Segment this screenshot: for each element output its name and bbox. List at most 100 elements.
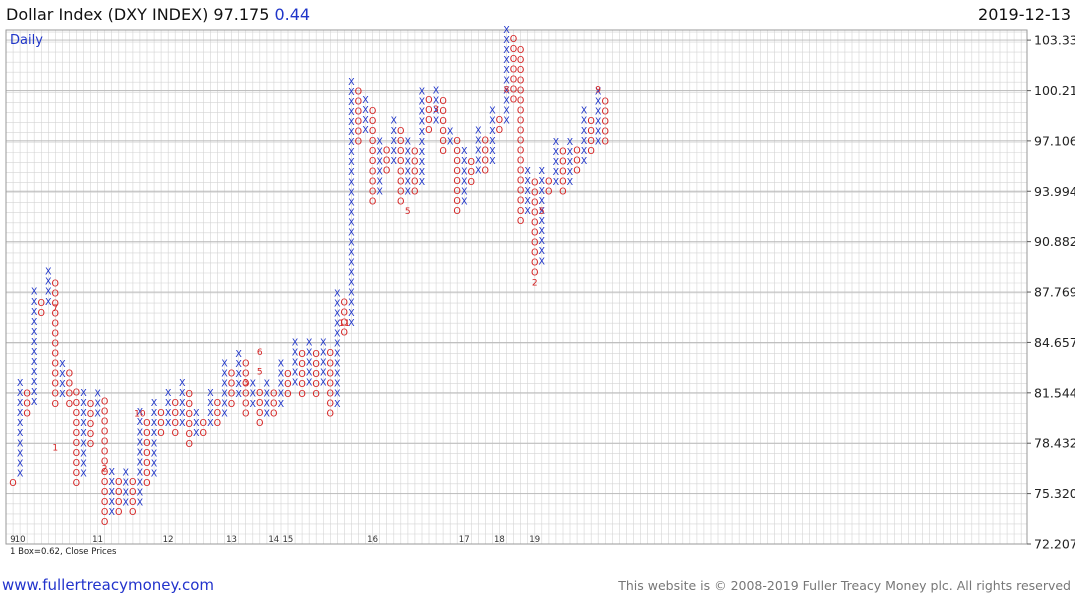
- x-mark: X: [80, 388, 87, 399]
- month-annotation: 2: [532, 278, 538, 288]
- o-mark: O: [517, 115, 524, 126]
- o-mark: O: [531, 238, 538, 249]
- x-mark: X: [348, 187, 355, 198]
- y-tick-label: 90.882: [1034, 234, 1075, 249]
- o-column: OOOO: [482, 136, 489, 177]
- o-mark: O: [559, 177, 566, 188]
- x-mark: X: [31, 347, 38, 358]
- o-mark: O: [341, 297, 348, 308]
- o-mark: O: [559, 187, 566, 198]
- x-mark: X: [334, 389, 341, 400]
- x-mark: X: [17, 448, 24, 459]
- o-mark: O: [242, 358, 249, 369]
- o-mark: O: [425, 125, 432, 136]
- o-mark: O: [517, 136, 524, 147]
- o-mark: O: [496, 125, 503, 136]
- o-mark: O: [369, 176, 376, 187]
- o-mark: O: [73, 438, 80, 449]
- x-mark: X: [539, 216, 546, 227]
- o-mark: O: [214, 408, 221, 419]
- y-tick-label: 78.432: [1034, 436, 1075, 451]
- x-mark: X: [348, 147, 355, 158]
- o-mark: O: [531, 197, 538, 208]
- o-column: OOOOOOOOOOOOOOOOOO: [517, 45, 524, 227]
- o-mark: O: [242, 409, 249, 420]
- x-mark: X: [17, 458, 24, 469]
- o-mark: O: [87, 419, 94, 430]
- o-mark: O: [115, 497, 122, 508]
- o-mark: O: [355, 86, 362, 97]
- o-mark: O: [531, 268, 538, 279]
- x-mark: X: [80, 458, 87, 469]
- o-mark: O: [101, 417, 108, 428]
- o-column: OOO: [468, 157, 475, 188]
- x-mark: X: [419, 167, 426, 178]
- o-column: OO: [200, 418, 207, 439]
- o-mark: O: [312, 349, 319, 360]
- x-mark: X: [348, 157, 355, 168]
- x-mark: X: [17, 468, 24, 479]
- o-mark: O: [186, 419, 193, 430]
- x-mark: X: [348, 177, 355, 188]
- o-mark: O: [101, 487, 108, 498]
- o-mark: O: [397, 196, 404, 207]
- o-mark: O: [517, 85, 524, 96]
- x-mark: X: [17, 428, 24, 439]
- x-mark: X: [348, 298, 355, 309]
- o-mark: O: [73, 408, 80, 419]
- o-mark: O: [517, 65, 524, 76]
- o-mark: O: [101, 447, 108, 458]
- o-mark: O: [355, 106, 362, 117]
- o-mark: O: [601, 96, 608, 107]
- website-link[interactable]: www.fullertreacymoney.com: [2, 576, 214, 594]
- o-mark: O: [453, 166, 460, 177]
- month-annotation: 3: [243, 379, 249, 389]
- o-mark: O: [186, 429, 193, 440]
- x-mark: X: [17, 438, 24, 449]
- o-column: O: [9, 478, 16, 489]
- x-mark: X: [80, 468, 87, 479]
- o-column: OOOOO: [87, 399, 94, 450]
- x-mark: X: [362, 95, 369, 106]
- o-column: OOOOOOOO: [397, 126, 404, 207]
- x-mark: X: [31, 387, 38, 398]
- o-mark: O: [531, 228, 538, 239]
- o-mark: O: [453, 176, 460, 187]
- o-mark: O: [453, 156, 460, 167]
- x-mark: X: [334, 349, 341, 360]
- o-mark: O: [453, 196, 460, 207]
- o-mark: O: [87, 439, 94, 450]
- o-mark: O: [73, 468, 80, 479]
- o-mark: O: [531, 207, 538, 218]
- o-mark: O: [327, 368, 334, 379]
- o-mark: O: [200, 428, 207, 439]
- o-mark: O: [517, 206, 524, 217]
- x-mark: X: [348, 238, 355, 249]
- o-mark: O: [73, 478, 80, 489]
- o-mark: O: [559, 167, 566, 178]
- o-mark: O: [101, 397, 108, 408]
- o-mark: O: [601, 116, 608, 127]
- o-mark: O: [369, 186, 376, 197]
- x-tick-label: 17: [459, 535, 470, 545]
- x-mark: X: [31, 357, 38, 368]
- x-mark: X: [151, 468, 158, 479]
- o-mark: O: [157, 408, 164, 419]
- o-mark: O: [171, 418, 178, 429]
- o-mark: O: [517, 126, 524, 137]
- o-mark: O: [517, 186, 524, 197]
- o-mark: O: [157, 428, 164, 439]
- o-mark: O: [214, 418, 221, 429]
- o-column: OOOOOO: [242, 358, 249, 419]
- o-column: OOO: [214, 398, 221, 429]
- copyright-notice: This website is © 2008-2019 Fuller Treac…: [618, 578, 1071, 593]
- x-tick-label: 18: [494, 535, 505, 545]
- o-column: OOO: [573, 146, 580, 177]
- o-mark: O: [559, 147, 566, 158]
- o-mark: O: [517, 55, 524, 66]
- o-mark: O: [298, 359, 305, 370]
- o-mark: O: [439, 116, 446, 127]
- o-mark: O: [143, 428, 150, 439]
- o-mark: O: [129, 487, 136, 498]
- o-column: OOOOOO: [355, 86, 362, 147]
